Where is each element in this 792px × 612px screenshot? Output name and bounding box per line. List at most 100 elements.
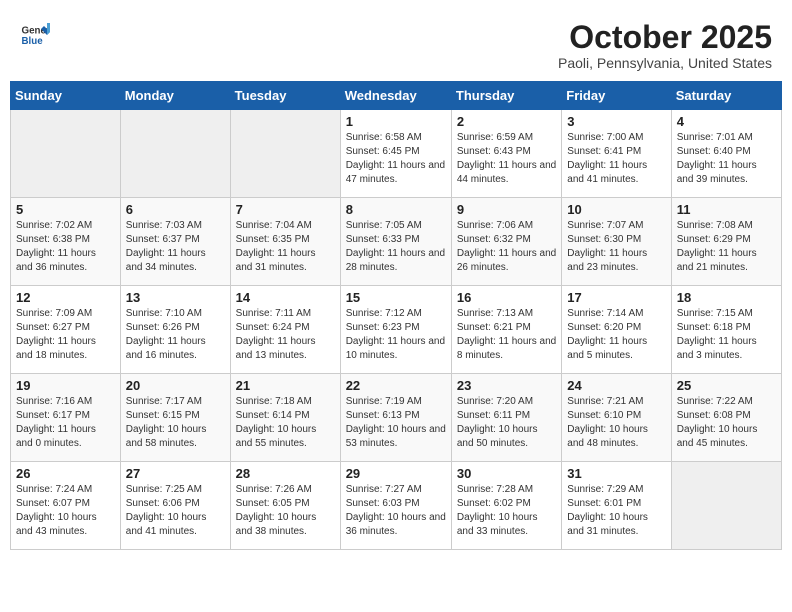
day-info: Sunrise: 6:59 AMSunset: 6:43 PMDaylight:…: [457, 131, 556, 187]
day-number: 15: [346, 290, 446, 305]
day-number: 23: [457, 378, 556, 393]
day-number: 31: [567, 466, 665, 481]
calendar-cell: [11, 110, 121, 198]
calendar-cell: 7 Sunrise: 7:04 AMSunset: 6:35 PMDaylight…: [230, 198, 340, 286]
calendar-cell: 9 Sunrise: 7:06 AMSunset: 6:32 PMDaylight…: [451, 198, 561, 286]
calendar-cell: 24 Sunrise: 7:21 AMSunset: 6:10 PMDayligh…: [562, 374, 671, 462]
day-number: 4: [677, 114, 776, 129]
calendar-table: SundayMondayTuesdayWednesdayThursdayFrid…: [10, 81, 782, 550]
day-number: 28: [236, 466, 335, 481]
day-number: 22: [346, 378, 446, 393]
day-info: Sunrise: 7:10 AMSunset: 6:26 PMDaylight:…: [126, 307, 225, 363]
calendar-cell: 8Sunrise: 7:05 AMSunset: 6:33 PMDaylight…: [340, 198, 451, 286]
calendar-week-5: 26 Sunrise: 7:24 AMSunset: 6:07 PMDayligh…: [11, 462, 782, 550]
day-info: Sunrise: 7:22 AMSunset: 6:08 PMDaylight:…: [677, 395, 776, 451]
day-info: Sunrise: 7:16 AMSunset: 6:17 PMDaylight:…: [16, 395, 115, 451]
weekday-header-monday: Monday: [120, 82, 230, 110]
calendar-cell: 30 Sunrise: 7:28 AMSunset: 6:02 PMDayligh…: [451, 462, 561, 550]
calendar-cell: 22 Sunrise: 7:19 AMSunset: 6:13 PMDayligh…: [340, 374, 451, 462]
calendar-cell: 4 Sunrise: 7:01 AMSunset: 6:40 PMDaylight…: [671, 110, 781, 198]
weekday-header-sunday: Sunday: [11, 82, 121, 110]
day-info: Sunrise: 7:03 AMSunset: 6:37 PMDaylight:…: [126, 219, 225, 275]
day-number: 29: [346, 466, 446, 481]
calendar-cell: 6 Sunrise: 7:03 AMSunset: 6:37 PMDaylight…: [120, 198, 230, 286]
logo: General Blue: [20, 20, 54, 50]
calendar-cell: 25 Sunrise: 7:22 AMSunset: 6:08 PMDayligh…: [671, 374, 781, 462]
day-number: 19: [16, 378, 115, 393]
calendar-cell: 2Sunrise: 6:59 AMSunset: 6:43 PMDaylight…: [451, 110, 561, 198]
calendar-cell: 27 Sunrise: 7:25 AMSunset: 6:06 PMDayligh…: [120, 462, 230, 550]
calendar-cell: 14Sunrise: 7:11 AMSunset: 6:24 PMDayligh…: [230, 286, 340, 374]
weekday-header-tuesday: Tuesday: [230, 82, 340, 110]
day-info: Sunrise: 7:04 AMSunset: 6:35 PMDaylight:…: [236, 219, 335, 275]
calendar-cell: 15 Sunrise: 7:12 AMSunset: 6:23 PMDayligh…: [340, 286, 451, 374]
day-number: 26: [16, 466, 115, 481]
day-number: 27: [126, 466, 225, 481]
calendar-cell: [120, 110, 230, 198]
day-info: Sunrise: 7:26 AMSunset: 6:05 PMDaylight:…: [236, 483, 335, 539]
day-number: 11: [677, 202, 776, 217]
month-title: October 2025: [558, 20, 772, 55]
day-number: 20: [126, 378, 225, 393]
day-number: 5: [16, 202, 115, 217]
calendar-cell: 19 Sunrise: 7:16 AMSunset: 6:17 PMDayligh…: [11, 374, 121, 462]
weekday-header-wednesday: Wednesday: [340, 82, 451, 110]
day-info: Sunrise: 7:20 AMSunset: 6:11 PMDaylight:…: [457, 395, 556, 451]
day-number: 1: [346, 114, 446, 129]
weekday-header-thursday: Thursday: [451, 82, 561, 110]
calendar-cell: 11 Sunrise: 7:08 AMSunset: 6:29 PMDayligh…: [671, 198, 781, 286]
weekday-header-row: SundayMondayTuesdayWednesdayThursdayFrid…: [11, 82, 782, 110]
calendar-week-3: 12 Sunrise: 7:09 AMSunset: 6:27 PMDayligh…: [11, 286, 782, 374]
day-number: 3: [567, 114, 665, 129]
day-info: Sunrise: 7:06 AMSunset: 6:32 PMDaylight:…: [457, 219, 556, 275]
location: Paoli, Pennsylvania, United States: [558, 55, 772, 71]
svg-text:Blue: Blue: [22, 36, 44, 47]
logo-icon: General Blue: [20, 20, 50, 50]
day-info: Sunrise: 7:21 AMSunset: 6:10 PMDaylight:…: [567, 395, 665, 451]
calendar-week-2: 5 Sunrise: 7:02 AMSunset: 6:38 PMDaylight…: [11, 198, 782, 286]
calendar-cell: 5 Sunrise: 7:02 AMSunset: 6:38 PMDaylight…: [11, 198, 121, 286]
day-info: Sunrise: 7:09 AMSunset: 6:27 PMDaylight:…: [16, 307, 115, 363]
calendar-cell: 16Sunrise: 7:13 AMSunset: 6:21 PMDayligh…: [451, 286, 561, 374]
day-number: 24: [567, 378, 665, 393]
weekday-header-saturday: Saturday: [671, 82, 781, 110]
calendar-cell: 1Sunrise: 6:58 AMSunset: 6:45 PMDaylight…: [340, 110, 451, 198]
calendar-cell: 10Sunrise: 7:07 AMSunset: 6:30 PMDayligh…: [562, 198, 671, 286]
calendar-cell: 29Sunrise: 7:27 AMSunset: 6:03 PMDayligh…: [340, 462, 451, 550]
day-number: 9: [457, 202, 556, 217]
day-info: Sunrise: 7:17 AMSunset: 6:15 PMDaylight:…: [126, 395, 225, 451]
day-number: 13: [126, 290, 225, 305]
day-info: Sunrise: 7:29 AMSunset: 6:01 PMDaylight:…: [567, 483, 665, 539]
day-info: Sunrise: 7:00 AMSunset: 6:41 PMDaylight:…: [567, 131, 665, 187]
calendar-cell: 12 Sunrise: 7:09 AMSunset: 6:27 PMDayligh…: [11, 286, 121, 374]
day-info: Sunrise: 7:25 AMSunset: 6:06 PMDaylight:…: [126, 483, 225, 539]
day-number: 17: [567, 290, 665, 305]
calendar-body: 1Sunrise: 6:58 AMSunset: 6:45 PMDaylight…: [11, 110, 782, 550]
day-info: Sunrise: 7:12 AMSunset: 6:23 PMDaylight:…: [346, 307, 446, 363]
day-info: Sunrise: 7:02 AMSunset: 6:38 PMDaylight:…: [16, 219, 115, 275]
calendar-week-4: 19 Sunrise: 7:16 AMSunset: 6:17 PMDayligh…: [11, 374, 782, 462]
calendar-cell: 31 Sunrise: 7:29 AMSunset: 6:01 PMDayligh…: [562, 462, 671, 550]
calendar-cell: 13 Sunrise: 7:10 AMSunset: 6:26 PMDayligh…: [120, 286, 230, 374]
day-number: 8: [346, 202, 446, 217]
calendar-cell: [671, 462, 781, 550]
day-info: Sunrise: 7:08 AMSunset: 6:29 PMDaylight:…: [677, 219, 776, 275]
day-number: 25: [677, 378, 776, 393]
calendar-cell: 3 Sunrise: 7:00 AMSunset: 6:41 PMDaylight…: [562, 110, 671, 198]
day-info: Sunrise: 7:24 AMSunset: 6:07 PMDaylight:…: [16, 483, 115, 539]
day-number: 10: [567, 202, 665, 217]
day-info: Sunrise: 7:19 AMSunset: 6:13 PMDaylight:…: [346, 395, 446, 451]
day-number: 16: [457, 290, 556, 305]
day-info: Sunrise: 7:11 AMSunset: 6:24 PMDaylight:…: [236, 307, 335, 363]
day-number: 18: [677, 290, 776, 305]
day-number: 6: [126, 202, 225, 217]
calendar-cell: 17 Sunrise: 7:14 AMSunset: 6:20 PMDayligh…: [562, 286, 671, 374]
calendar-week-1: 1Sunrise: 6:58 AMSunset: 6:45 PMDaylight…: [11, 110, 782, 198]
day-info: Sunrise: 7:28 AMSunset: 6:02 PMDaylight:…: [457, 483, 556, 539]
day-info: Sunrise: 7:14 AMSunset: 6:20 PMDaylight:…: [567, 307, 665, 363]
day-info: Sunrise: 7:01 AMSunset: 6:40 PMDaylight:…: [677, 131, 776, 187]
day-number: 7: [236, 202, 335, 217]
day-number: 12: [16, 290, 115, 305]
day-number: 30: [457, 466, 556, 481]
calendar-cell: 23 Sunrise: 7:20 AMSunset: 6:11 PMDayligh…: [451, 374, 561, 462]
